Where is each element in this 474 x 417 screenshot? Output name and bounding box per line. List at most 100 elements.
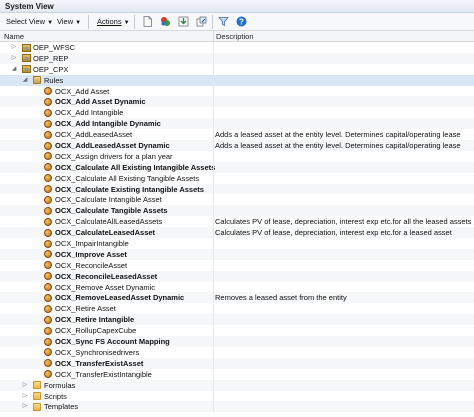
rule-icon [44, 206, 52, 215]
rule-icon [44, 141, 52, 150]
tree-row[interactable]: ◢ OEP_CPX [0, 63, 474, 75]
column-divider [213, 368, 214, 380]
expand-arrow-icon[interactable]: ▷ [22, 403, 28, 410]
filter-icon[interactable] [218, 16, 229, 27]
select-view-label: Select View [6, 17, 46, 26]
tree-item-label: OCX_TransferExistIntangible [55, 369, 152, 379]
tree-row[interactable]: OCX_Calculate Intangible Asset [0, 194, 474, 206]
tree-row[interactable]: OCX_Add Intangible [0, 107, 474, 119]
import-icon[interactable] [178, 16, 189, 27]
tree-row[interactable]: OCX_RemoveLeasedAsset Dynamic Removes a l… [0, 292, 474, 304]
tree-row[interactable]: OCX_Calculate Existing Intangible Assets [0, 183, 474, 195]
select-view-menu[interactable]: Select View ▼ [6, 16, 53, 28]
rule-icon [44, 87, 52, 96]
column-divider[interactable] [213, 31, 214, 42]
rule-icon [44, 304, 52, 313]
rule-icon [44, 359, 52, 368]
tree-item-label: OCX_Calculate Intangible Asset [55, 195, 162, 205]
column-header: Name Description [0, 31, 474, 42]
tree-item-label: OCX_Retire Asset [55, 304, 116, 314]
rule-icon [44, 348, 52, 357]
actions-menu[interactable]: Actions ▼ [97, 16, 130, 28]
tree-row[interactable]: OCX_CalculateLeasedAsset Calculates PV of… [0, 227, 474, 239]
column-divider [213, 259, 214, 271]
application-icon [22, 54, 31, 63]
rule-icon [44, 239, 52, 248]
tree-row[interactable]: OCX_Calculate All Existing Intangible As… [0, 161, 474, 173]
tree-item-description: Calculates PV of lease, depreciation, in… [215, 217, 472, 227]
tree-row[interactable]: ◢ Rules [0, 74, 474, 86]
description-column-header[interactable]: Description [216, 32, 254, 41]
tree-row[interactable]: OCX_Synchronisedrivers [0, 346, 474, 358]
tree-row[interactable]: OCX_Calculate Tangible Assets [0, 205, 474, 217]
tree-row[interactable]: OCX_Assign drivers for a plan year [0, 150, 474, 162]
tree-row[interactable]: OCX_ReconcileAsset [0, 259, 474, 271]
expand-arrow-icon[interactable]: ▷ [22, 393, 28, 400]
column-divider [213, 194, 214, 206]
tree-row[interactable]: OCX_AddLeasedAsset Dynamic Adds a leased … [0, 140, 474, 151]
tree-item-label: OCX_TransferExistAsset [55, 358, 144, 368]
rule-icon [44, 261, 52, 270]
tree-row[interactable]: ▷ OEP_WFSC [0, 42, 474, 53]
rule-icon [44, 97, 52, 106]
tree-row[interactable]: OCX_Sync FS Account Mapping [0, 336, 474, 347]
tree-row[interactable]: OCX_RollupCapexCube [0, 325, 474, 337]
expand-arrow-icon[interactable]: ▷ [22, 382, 28, 389]
export-icon[interactable] [196, 16, 207, 27]
tree-row[interactable]: OCX_AddLeasedAsset Adds a leased asset at… [0, 129, 474, 141]
column-divider [213, 85, 214, 97]
tree-item-label: OCX_Calculate Existing Intangible Assets [55, 184, 204, 194]
tree-item-label: Formulas [44, 380, 76, 390]
tree-row[interactable]: OCX_Add Asset Dynamic [0, 96, 474, 108]
expand-arrow-icon[interactable]: ▷ [11, 44, 17, 51]
expand-arrow-icon[interactable]: ▷ [11, 55, 17, 62]
tree-row[interactable]: OCX_Add Intangible Dynamic [0, 118, 474, 130]
tree-row[interactable]: OCX_TransferExistIntangible [0, 368, 474, 380]
chevron-down-icon: ▼ [123, 20, 130, 26]
tree-row[interactable]: ▷ OEP_REP [0, 52, 474, 64]
help-icon[interactable]: ? [236, 16, 247, 27]
tree-item-label: OCX_AddLeasedAsset [55, 130, 133, 140]
tree-item-label: Rules [44, 75, 64, 85]
column-divider [213, 336, 214, 347]
tree-item-label: OCX_ReconcileAsset [55, 260, 128, 270]
collapse-arrow-icon[interactable]: ◢ [22, 77, 28, 84]
collapse-arrow-icon[interactable]: ◢ [11, 66, 17, 73]
tree-item-label: OEP_WFSC [33, 43, 76, 52]
tree-item-description: Adds a leased asset at the entity level.… [215, 141, 461, 151]
tree-row[interactable]: OCX_Retire Intangible [0, 314, 474, 326]
tree-row[interactable]: OCX_CalculateAllLeasedAssets Calculates P… [0, 216, 474, 228]
column-divider [213, 325, 214, 337]
column-divider [213, 205, 214, 217]
column-divider [213, 140, 214, 151]
name-column-header[interactable]: Name [4, 32, 24, 41]
view-menu[interactable]: View ▼ [57, 16, 81, 28]
new-document-icon[interactable] [142, 16, 153, 27]
tree-row[interactable]: ▷ Templates [0, 401, 474, 413]
tree-row[interactable]: OCX_Calculate All Existing Tangible Asse… [0, 172, 474, 184]
tree-item-label: OCX_Assign drivers for a plan year [55, 151, 173, 161]
tree-row[interactable]: OCX_Remove Asset Dynamic [0, 281, 474, 293]
tree-row[interactable]: ▷ Scripts [0, 390, 474, 402]
tree-item-description: Removes a leased asset from the entity [215, 293, 347, 303]
tree-row[interactable]: OCX_TransferExistAsset [0, 357, 474, 369]
tree-row[interactable]: ▷ Formulas [0, 379, 474, 391]
rule-icon [44, 337, 52, 346]
column-divider [213, 270, 214, 282]
tree-item-label: OCX_Calculate Tangible Assets [55, 206, 168, 216]
deploy-icon[interactable] [160, 16, 171, 27]
rule-icon [44, 152, 52, 161]
tree-item-label: OCX_RemoveLeasedAsset Dynamic [55, 293, 185, 303]
tree-row[interactable]: OCX_ImpairIntangible [0, 238, 474, 249]
rule-icon [44, 250, 52, 259]
tree-item-label: OEP_CPX [33, 64, 69, 74]
tree-row[interactable]: OCX_ReconcileLeasedAsset [0, 270, 474, 282]
tree-row[interactable]: OCX_Improve Asset [0, 248, 474, 260]
column-divider [213, 390, 214, 402]
tree-item-description: Adds a leased asset at the entity level.… [215, 130, 461, 140]
tree-row[interactable]: OCX_Add Asset [0, 85, 474, 97]
chevron-down-icon: ▼ [47, 20, 54, 26]
column-divider [213, 63, 214, 75]
tree-row[interactable]: OCX_Retire Asset [0, 303, 474, 315]
actions-label: Actions [97, 17, 122, 26]
